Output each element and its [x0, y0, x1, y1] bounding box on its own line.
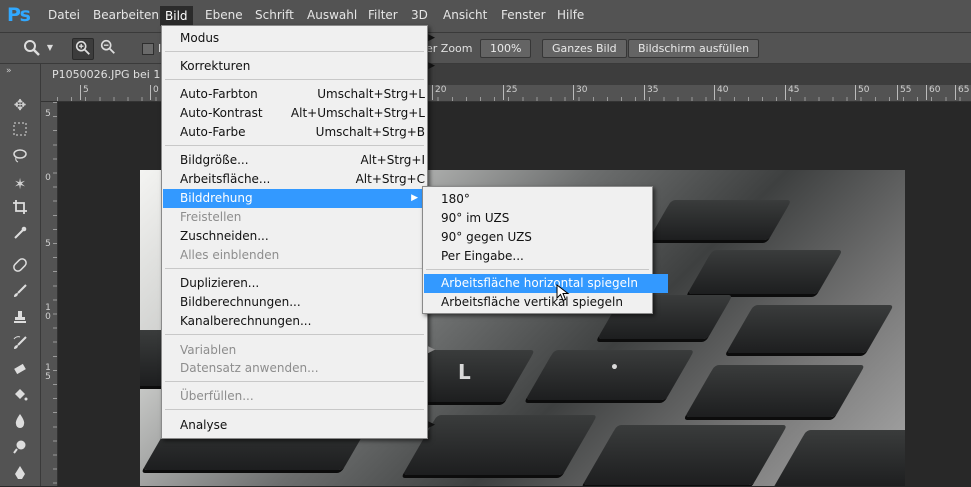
menu-separator	[165, 334, 424, 335]
ruler-label: 5	[45, 239, 51, 249]
collapse-panel-icon[interactable]: »	[6, 66, 12, 76]
submenu-arrow-icon: ▶	[428, 420, 435, 430]
zoom-tool-icon[interactable]	[22, 38, 42, 58]
brush-icon[interactable]	[8, 283, 32, 305]
menu-item-rotate-180[interactable]: 180°	[424, 190, 668, 209]
submenu-arrow-icon: ▶	[428, 345, 435, 355]
menu-item-zuschneiden[interactable]: Zuschneiden...	[163, 227, 426, 246]
blur-icon[interactable]	[8, 413, 32, 435]
fit-screen-button[interactable]: Ganzes Bild	[542, 39, 627, 58]
menu-separator	[165, 145, 424, 146]
menu-item-bildgroesse[interactable]: Bildgröße... Alt+Strg+I	[163, 151, 443, 170]
menu-auswahl[interactable]: Auswahl	[304, 8, 360, 22]
menu-item-ueberfuellen[interactable]: Überfüllen...	[163, 387, 443, 406]
menu-bearbeiten[interactable]: Bearbeiten	[90, 8, 162, 22]
menu-separator	[165, 79, 424, 80]
zoom-in-icon[interactable]	[72, 38, 94, 60]
menu-bar: Ps Datei Bearbeiten Bild Ebene Schrift A…	[0, 0, 971, 33]
ruler-label: 5	[80, 85, 89, 100]
ruler-label: 45	[785, 85, 799, 100]
menu-item-bildberechnungen[interactable]: Bildberechnungen...	[163, 293, 443, 312]
marquee-icon[interactable]	[8, 121, 32, 143]
ruler-label: 0	[150, 85, 159, 100]
zoom-out-icon[interactable]	[98, 38, 118, 58]
tools-panel: » ✥ ✶	[0, 64, 41, 486]
clone-stamp-icon[interactable]	[8, 309, 32, 331]
ruler-label: 35	[644, 85, 658, 100]
eyedropper-icon[interactable]	[8, 225, 32, 247]
dodge-icon[interactable]	[8, 439, 32, 461]
menu-hilfe[interactable]: Hilfe	[554, 8, 587, 22]
tool-preset-chevron-icon[interactable]: ▼	[44, 38, 56, 58]
submenu-arrow-icon: ▶	[428, 61, 435, 71]
menu-separator	[426, 269, 649, 270]
submenu-arrow-icon: ▶	[411, 193, 418, 203]
menu-item-kanalberechnungen[interactable]: Kanalberechnungen...	[163, 312, 443, 331]
bilddrehung-submenu: 180° 90° im UZS 90° gegen UZS Per Eingab…	[422, 186, 668, 314]
menu-schrift[interactable]: Schrift	[252, 8, 297, 22]
menu-separator	[165, 409, 424, 410]
ruler-corner[interactable]	[41, 85, 58, 102]
ruler-label: 30	[573, 85, 587, 100]
menu-item-rotate-90-ccw[interactable]: 90° gegen UZS	[424, 228, 668, 247]
history-brush-icon[interactable]	[8, 335, 32, 357]
menu-item-freistellen[interactable]: Freistellen	[163, 208, 426, 227]
ruler-label: 0	[45, 173, 51, 183]
eraser-icon[interactable]	[8, 361, 32, 383]
ruler-label: 25	[503, 85, 517, 100]
magic-wand-icon[interactable]: ✶	[8, 173, 32, 195]
move-icon[interactable]: ✥	[8, 94, 32, 116]
menu-item-duplizieren[interactable]: Duplizieren...	[163, 274, 443, 293]
paint-bucket-icon[interactable]	[8, 387, 32, 409]
menu-ebene[interactable]: Ebene	[202, 8, 246, 22]
zoom-100-button[interactable]: 100%	[480, 39, 532, 58]
healing-brush-icon[interactable]	[8, 257, 32, 279]
mouse-pointer-icon	[556, 284, 570, 302]
menu-item-auto-kontrast[interactable]: Auto-Kontrast Alt+Umschalt+Strg+L	[163, 104, 443, 123]
ruler-label: 50	[855, 85, 869, 100]
menu-fenster[interactable]: Fenster	[498, 8, 549, 22]
ruler-label: 55	[897, 85, 911, 100]
menu-item-variablen[interactable]: Variablen ▶	[163, 341, 443, 360]
ruler-label: 60	[926, 85, 940, 100]
menu-datei[interactable]: Datei	[45, 8, 83, 22]
ruler-label: 1 0	[45, 303, 51, 322]
menu-separator	[165, 381, 424, 382]
ruler-label: 65	[955, 85, 969, 100]
menu-ansicht[interactable]: Ansicht	[440, 8, 490, 22]
photoshop-logo: Ps	[7, 4, 31, 26]
ruler-label: 1 5	[45, 363, 51, 382]
menu-item-rotate-arbitrary[interactable]: Per Eingabe...	[424, 247, 668, 266]
options-bar: ▼ I er Zoom 100% Ganzes Bild Bildschirm …	[0, 33, 971, 64]
menu-item-datensatz-anwenden[interactable]: Datensatz anwenden...	[163, 359, 443, 378]
menu-item-flip-horizontal[interactable]: Arbeitsfläche horizontal spiegeln	[424, 274, 668, 293]
menu-separator	[165, 51, 424, 52]
menu-item-bilddrehung[interactable]: Bilddrehung ▶	[163, 189, 426, 208]
fill-screen-button[interactable]: Bildschirm ausfüllen	[628, 39, 760, 58]
menu-item-auto-farbe[interactable]: Auto-Farbe Umschalt+Strg+B	[163, 123, 443, 142]
menu-item-arbeitsflaeche[interactable]: Arbeitsfläche... Alt+Strg+C	[163, 170, 443, 189]
bild-menu: Modus ▶ Korrekturen ▶ Auto-Farbton Umschalt…	[161, 25, 435, 439]
submenu-arrow-icon: ▶	[428, 33, 435, 43]
menu-item-alles-einblenden[interactable]: Alles einblenden	[163, 246, 426, 265]
ruler-label: 5	[45, 109, 51, 119]
menu-item-flip-vertical[interactable]: Arbeitsfläche vertikal spiegeln	[424, 293, 668, 312]
document-tab[interactable]: P1050026.JPG bei 17,	[41, 64, 172, 85]
menu-item-rotate-90-cw[interactable]: 90° im UZS	[424, 209, 668, 228]
menu-3d[interactable]: 3D	[408, 8, 431, 22]
menu-item-modus[interactable]: Modus ▶	[163, 29, 443, 48]
menu-separator	[165, 268, 424, 269]
menu-item-analyse[interactable]: Analyse ▶	[163, 416, 443, 435]
ruler-label: 40	[714, 85, 728, 100]
menu-item-korrekturen[interactable]: Korrekturen ▶	[163, 57, 443, 76]
menu-item-auto-farbton[interactable]: Auto-Farbton Umschalt+Strg+L	[163, 85, 443, 104]
resize-windows-checkbox[interactable]	[142, 43, 154, 55]
menu-bild[interactable]: Bild	[160, 6, 193, 26]
menu-filter[interactable]: Filter	[365, 8, 401, 22]
crop-icon[interactable]	[8, 199, 32, 221]
ruler-vertical[interactable]: 5 0 5 1 0 1 5	[41, 102, 58, 486]
lasso-icon[interactable]	[8, 147, 32, 169]
pen-icon[interactable]	[8, 465, 32, 487]
